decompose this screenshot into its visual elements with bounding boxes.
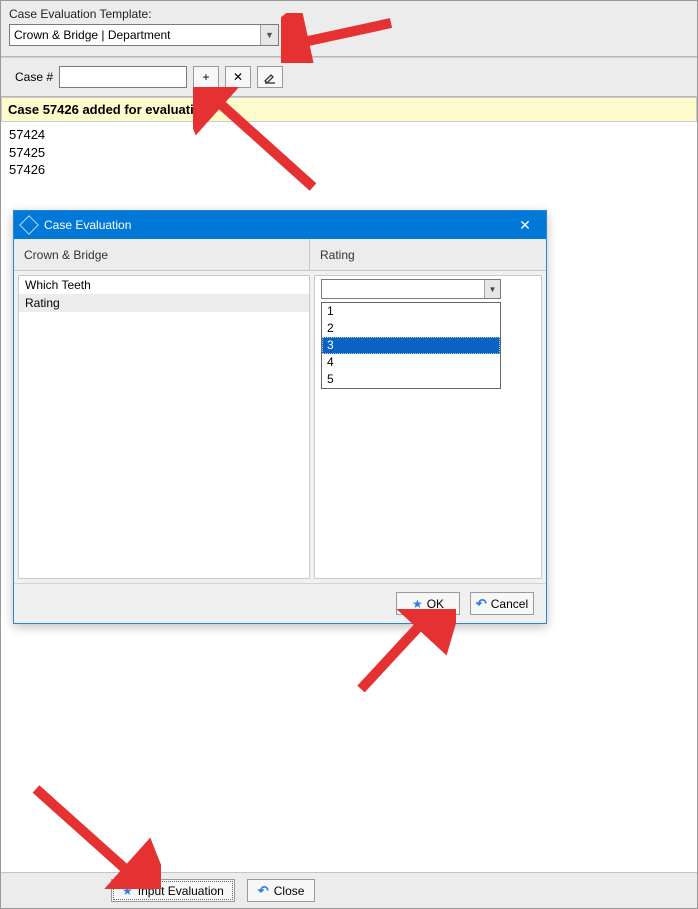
undo-icon: ↶ [258,883,269,899]
criteria-item[interactable]: Which Teeth [19,276,309,294]
dialog-titlebar[interactable]: Case Evaluation ✕ [14,211,546,239]
case-list-item[interactable]: 57425 [9,144,689,162]
dialog-body: Which Teeth Rating ▼ 1 2 3 4 5 [14,271,546,583]
criteria-panel: Which Teeth Rating [18,275,310,579]
rating-option-selected[interactable]: 3 [322,337,500,354]
clear-icon [263,70,277,84]
case-list-item[interactable]: 57424 [9,126,689,144]
cancel-button-label: Cancel [491,597,528,611]
right-column-header: Rating [310,239,546,270]
bottom-toolbar: ★ Input Evaluation ↶ Close [1,872,697,908]
input-evaluation-button[interactable]: ★ Input Evaluation [111,879,235,902]
dialog-title-text: Case Evaluation [44,218,131,232]
case-number-label: Case # [15,70,53,84]
dialog-footer: ★ OK ↶ Cancel [14,583,546,623]
input-evaluation-label: Input Evaluation [138,884,224,898]
status-bar: Case 57426 added for evaluation [1,97,697,122]
template-select[interactable]: Crown & Bridge | Department ▼ [9,24,279,46]
case-evaluation-dialog: Case Evaluation ✕ Crown & Bridge Rating … [13,210,547,624]
chevron-down-icon[interactable]: ▼ [260,25,278,45]
clear-cases-button[interactable] [257,66,283,88]
close-button[interactable]: ↶ Close [247,879,316,902]
dialog-icon [19,215,39,235]
rating-option[interactable]: 5 [322,371,500,388]
close-button-label: Close [274,884,305,898]
rating-option[interactable]: 4 [322,354,500,371]
rating-option[interactable]: 1 [322,303,500,320]
template-select-value: Crown & Bridge | Department [14,28,171,42]
left-column-header: Crown & Bridge [14,239,310,270]
rating-panel: ▼ 1 2 3 4 5 [314,275,542,579]
ok-button[interactable]: ★ OK [396,592,460,615]
case-list: 57424 57425 57426 [1,122,697,183]
star-icon: ★ [412,597,423,611]
rating-option[interactable]: 2 [322,320,500,337]
chevron-down-icon[interactable]: ▼ [484,280,500,298]
dialog-column-headers: Crown & Bridge Rating [14,239,546,271]
close-icon[interactable]: ✕ [510,211,540,239]
ok-button-label: OK [427,597,444,611]
case-list-item[interactable]: 57426 [9,161,689,179]
rating-select[interactable]: ▼ [321,279,501,299]
case-number-row: Case # + ✕ [1,57,697,97]
case-number-input[interactable] [59,66,187,88]
cancel-button[interactable]: ↶ Cancel [470,592,534,615]
star-icon: ★ [122,884,133,898]
template-label: Case Evaluation Template: [9,7,689,21]
add-case-button[interactable]: + [193,66,219,88]
remove-case-button[interactable]: ✕ [225,66,251,88]
undo-icon: ↶ [476,596,487,612]
rating-dropdown-list: 1 2 3 4 5 [321,302,501,389]
template-section: Case Evaluation Template: Crown & Bridge… [1,1,697,57]
criteria-item-selected[interactable]: Rating [19,294,309,312]
